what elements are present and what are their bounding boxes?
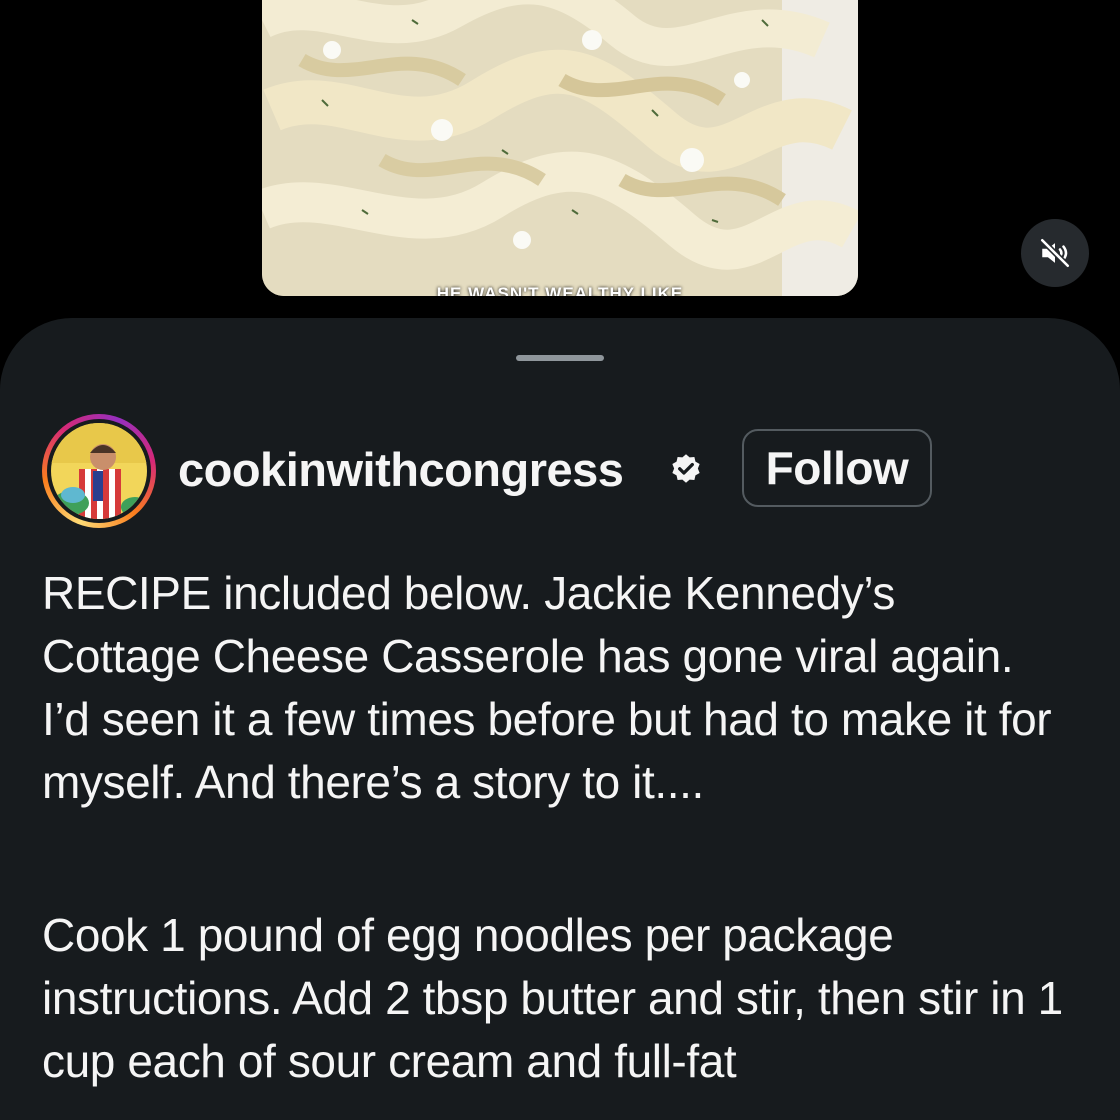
verified-badge-icon	[672, 454, 700, 483]
mute-toggle-button[interactable]	[1021, 219, 1089, 287]
caption-paragraph: Cook 1 pound of egg noodles per package …	[42, 909, 1063, 1087]
follow-button[interactable]: Follow	[742, 429, 932, 507]
post-caption: RECIPE included below. Jackie Kennedy’s …	[42, 562, 1082, 1093]
video-player[interactable]: HE WASN'T WEALTHY LIKE	[262, 0, 858, 296]
video-thumbnail	[262, 0, 858, 296]
video-overlay-caption: HE WASN'T WEALTHY LIKE	[436, 284, 684, 296]
post-header: cookinwithcongress Follow	[42, 414, 1082, 530]
story-ring[interactable]	[42, 414, 156, 528]
caption-paragraph: RECIPE included below. Jackie Kennedy’s …	[42, 567, 1052, 808]
username[interactable]: cookinwithcongress	[178, 442, 624, 497]
speaker-muted-icon	[1039, 237, 1071, 269]
comments-sheet: cookinwithcongress Follow RECIPE include…	[0, 318, 1120, 1120]
reel-screen: HE WASN'T WEALTHY LIKE cookinwithcongres…	[0, 0, 1120, 1120]
avatar[interactable]	[51, 423, 147, 519]
sheet-drag-handle[interactable]	[516, 355, 604, 361]
